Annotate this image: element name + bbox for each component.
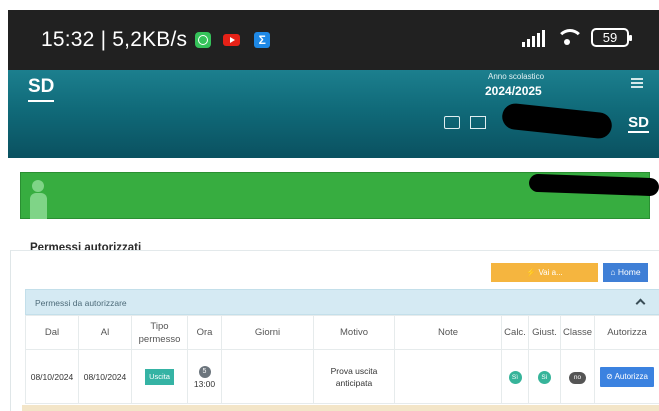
col-giust: Giust. xyxy=(528,315,561,350)
app-screen: 15:32 | 5,2KB/s Σ 59 SD Anno scolastico … xyxy=(0,0,659,411)
autorizza-label: Autorizza xyxy=(614,371,648,381)
permessi-table: Dal Al Tipo permesso Ora Giorni Motivo N… xyxy=(25,315,659,404)
giust-badge: Sì xyxy=(538,370,551,384)
calc-badge: Sì xyxy=(508,370,522,384)
col-giorni: Giorni xyxy=(221,315,314,350)
sigma-icon: Σ xyxy=(254,32,271,48)
cell-ora: 5 13:00 xyxy=(187,349,222,404)
next-section-edge xyxy=(22,405,659,411)
cell-autorizza: ⊘ Autorizza xyxy=(594,349,659,404)
classe-badge: no xyxy=(569,371,587,384)
accordion-permessi-da-autorizzare[interactable]: Permessi da autorizzare xyxy=(25,289,659,315)
table-row: 08/10/2024 08/10/2024 Uscita 5 13:00 Pro… xyxy=(25,349,659,404)
system-icons: 59 xyxy=(522,27,632,47)
whatsapp-icon xyxy=(195,32,212,48)
permessi-section: Permessi autorizzati ⚡ Vai a... ⌂ Home P… xyxy=(10,242,659,411)
app-logo[interactable]: SD xyxy=(28,76,55,102)
accordion-label: Permessi da autorizzare xyxy=(35,298,127,308)
cell-giust: Sì xyxy=(528,349,561,404)
mail-icon[interactable] xyxy=(470,116,486,129)
cell-al: 08/10/2024 xyxy=(78,349,132,404)
col-tipo-permesso: Tipo permesso xyxy=(131,315,188,350)
redacted-area xyxy=(500,102,614,140)
permessi-card: ⚡ Vai a... ⌂ Home Permessi da autorizzar… xyxy=(10,250,659,411)
youtube-icon xyxy=(223,34,241,46)
ora-time: 13:00 xyxy=(193,378,216,389)
status-time: 15:32 | 5,2KB/s xyxy=(41,28,188,51)
person-icon xyxy=(27,177,51,219)
cell-giorni xyxy=(221,349,314,404)
ora-number-badge: 5 xyxy=(198,365,211,378)
col-note: Note xyxy=(394,315,502,350)
autorizza-button[interactable]: ⊘ Autorizza xyxy=(600,366,654,387)
cell-calc: Sì xyxy=(501,349,529,404)
tipo-badge: Uscita xyxy=(145,368,174,385)
app-header: SD Anno scolastico 2024/2025 SD xyxy=(8,70,659,158)
chevron-up-icon[interactable] xyxy=(635,298,646,309)
home-icon: ⌂ xyxy=(610,267,616,277)
cell-classe: no xyxy=(559,349,596,404)
vai-a-button[interactable]: ⚡ Vai a... xyxy=(491,263,598,282)
table-header-row: Dal Al Tipo permesso Ora Giorni Motivo N… xyxy=(25,315,659,350)
col-calc: Calc. xyxy=(501,315,529,350)
cell-motivo: Prova uscita anticipata xyxy=(313,349,395,404)
col-classe: Classe xyxy=(559,315,596,350)
col-autorizza: Autorizza xyxy=(594,315,659,350)
school-year-label: Anno scolastico xyxy=(488,72,545,81)
home-label: Home xyxy=(617,267,641,277)
battery-icon: 59 xyxy=(591,28,632,47)
col-motivo: Motivo xyxy=(313,315,395,350)
cell-dal: 08/10/2024 xyxy=(25,349,79,404)
lightning-icon: ⚡ xyxy=(526,268,537,277)
user-avatar[interactable]: SD xyxy=(628,114,649,133)
vai-a-label: Vai a... xyxy=(538,268,563,277)
school-year-value[interactable]: 2024/2025 xyxy=(485,84,542,98)
col-al: Al xyxy=(78,315,132,350)
check-circle-icon: ⊘ xyxy=(606,371,613,381)
phone-status-bar: 15:32 | 5,2KB/s Σ 59 xyxy=(8,10,659,70)
signal-icon xyxy=(522,29,545,47)
wifi-icon xyxy=(555,27,584,47)
info-banner xyxy=(20,172,659,219)
redacted-area xyxy=(528,173,659,197)
home-button[interactable]: ⌂ Home xyxy=(603,263,648,282)
cell-tipo: Uscita xyxy=(131,349,188,404)
col-dal: Dal xyxy=(25,315,79,350)
cell-note xyxy=(394,349,502,404)
grades-icon[interactable] xyxy=(444,116,460,129)
menu-icon[interactable] xyxy=(631,78,643,88)
col-ora: Ora xyxy=(187,315,222,350)
